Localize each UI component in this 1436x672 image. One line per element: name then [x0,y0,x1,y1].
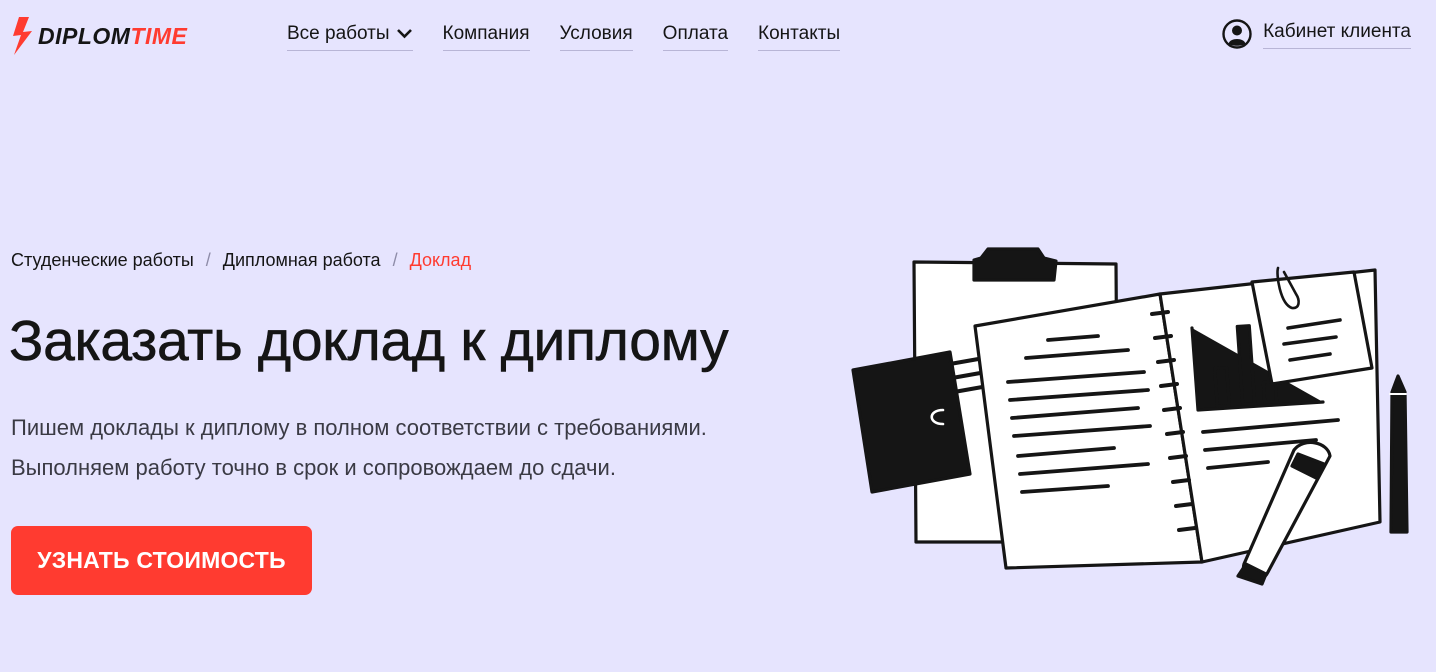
nav-item-label: Все работы [287,23,390,44]
sticky-note-icon [1250,266,1374,386]
description-line: Пишем доклады к диплому в полном соответ… [11,415,707,440]
description-line: Выполняем работу точно в срок и сопровож… [11,455,616,480]
main-nav: Все работы Компания Условия Оплата Конта… [287,22,841,51]
pen-icon [1389,374,1409,534]
site-header: DIPLOMTIME Все работы Компания Условия О… [0,0,1436,70]
breadcrumb-separator: / [205,250,211,270]
documents-illustration [851,247,1409,586]
breadcrumb-item-current: Доклад [409,250,472,270]
nav-item-payment[interactable]: Оплата [662,22,729,51]
nav-item-label: Компания [442,23,530,44]
breadcrumb-item-diploma[interactable]: Дипломная работа [223,250,381,271]
lightning-icon [13,17,32,55]
nav-item-label: Контакты [758,23,841,44]
breadcrumb-item-student-works[interactable]: Студенческие работы [11,250,194,271]
client-cabinet-link[interactable]: Кабинет клиента [1222,19,1411,49]
logo-text: DIPLOMTIME [38,22,188,49]
nav-item-contacts[interactable]: Контакты [758,22,841,51]
hero-description: Пишем доклады к диплому в полном соответ… [11,408,811,488]
nav-item-label: Оплата [662,23,729,44]
cabinet-label: Кабинет клиента [1263,20,1411,49]
chevron-down-icon [396,22,413,46]
nav-item-label: Условия [559,23,633,44]
breadcrumb-separator: / [392,250,398,270]
breadcrumb: Студенческие работы / Дипломная работа /… [11,250,471,271]
nav-item-conditions[interactable]: Условия [559,22,633,51]
user-icon [1222,19,1252,49]
nav-item-company[interactable]: Компания [442,22,530,51]
get-price-button[interactable]: УЗНАТЬ СТОИМОСТЬ [11,526,312,595]
nav-item-all-works[interactable]: Все работы [287,22,413,51]
page-title: Заказать доклад к диплому [9,309,729,374]
logo[interactable]: DIPLOMTIME [10,17,187,55]
